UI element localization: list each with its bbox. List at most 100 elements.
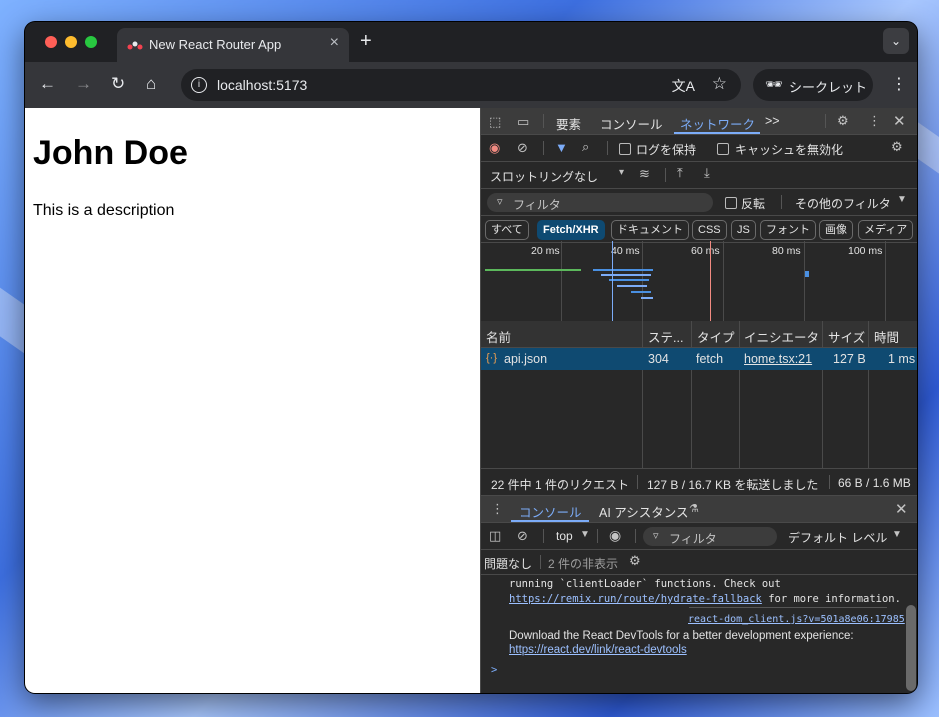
inspect-element-icon[interactable]: ⬚ [489,114,501,130]
close-drawer-icon[interactable]: ✕ [895,500,908,518]
tab-network[interactable]: ネットワーク [680,114,755,133]
chip-image[interactable]: 画像 [819,220,853,240]
column-status[interactable]: ステ... [648,327,683,346]
drawer-tab-console[interactable]: コンソール [519,502,582,521]
filter-icon: ▿ [497,196,503,208]
timeline-bar [601,274,651,276]
new-tab-button[interactable]: + [360,30,372,53]
summary-requests: 22 件中 1 件のリクエスト [491,478,630,492]
network-conditions-icon[interactable]: ≋ [639,166,650,182]
chip-js[interactable]: JS [731,220,756,240]
json-file-icon: {·} [486,352,498,364]
preserve-log-checkbox[interactable] [619,143,631,155]
more-tabs-icon[interactable]: >> [765,114,780,128]
url-text[interactable]: localhost:5173 [217,77,307,93]
network-overview-timeline[interactable]: 20 ms 40 ms 60 ms 80 ms 100 ms [481,241,917,322]
browser-toolbar: ← → ↻ ⌂ i localhost:5173 文A ☆ 🕶 シークレット ⋮ [25,62,917,108]
chip-fetch-xhr[interactable]: Fetch/XHR [537,220,605,240]
device-toolbar-icon[interactable]: ▭ [517,114,529,130]
site-info-icon[interactable]: i [191,77,207,93]
timeline-label: 80 ms [772,245,801,257]
log-level-dropdown-icon[interactable]: ▼ [892,529,902,540]
console-source-link[interactable]: react-dom_client.js?v=501a8e06:17985 [688,614,905,625]
minimize-window-button[interactable] [65,36,77,48]
tab-elements[interactable]: 要素 [556,114,581,133]
table-row[interactable]: {·} api.json 304 fetch home.tsx:21 127 B… [481,348,917,370]
console-filter-input[interactable]: ▿ フィルタ [643,527,777,546]
context-select[interactable]: top [556,529,573,543]
timeline-bar [593,269,653,271]
chip-css[interactable]: CSS [692,220,727,240]
home-icon[interactable]: ⌂ [146,74,156,94]
throttling-select[interactable]: スロットリングなし [490,168,598,185]
console-settings-icon[interactable]: ⚙ [629,553,641,569]
clear-console-icon[interactable]: ⊘ [517,528,528,544]
close-window-button[interactable] [45,36,57,48]
tab-close-icon[interactable]: × [330,34,339,52]
clear-icon[interactable]: ⊘ [517,140,528,156]
flask-icon: ⚗ [689,503,699,515]
settings-gear-icon[interactable]: ⚙ [837,113,849,129]
console-prompt-icon[interactable]: > [491,664,497,676]
column-initiator[interactable]: イニシエータ [744,327,819,346]
tab-console[interactable]: コンソール [600,114,663,133]
drawer-tabs: ⋮ コンソール AI アシスタンス ⚗ ✕ [481,496,917,523]
chip-all[interactable]: すべて [485,220,529,240]
more-filters-button[interactable]: その他のフィルタ [795,195,891,212]
reload-icon[interactable]: ↻ [111,74,125,94]
network-filter-input[interactable]: ▿ フィルタ [487,193,713,212]
live-expression-eye-icon[interactable]: ◉ [609,527,621,544]
console-scrollbar[interactable] [906,605,916,691]
console-message-tail: for more information. [761,593,901,605]
drawer-tab-ai-assistance[interactable]: AI アシスタンス [599,502,689,521]
import-har-icon[interactable]: ⤒ [677,165,683,181]
tab-strip: New React Router App × + ⌄ [25,22,917,62]
address-bar[interactable]: i localhost:5173 文A ☆ [181,69,741,101]
record-stop-icon[interactable]: ◉ [489,140,500,156]
context-dropdown-icon[interactable]: ▼ [580,529,590,540]
devtools-menu-icon[interactable]: ⋮ [868,113,881,129]
chip-document[interactable]: ドキュメント [611,220,689,240]
zoom-window-button[interactable] [85,36,97,48]
forward-arrow-icon[interactable]: → [75,74,92,94]
chip-font[interactable]: フォント [760,220,816,240]
hydrate-fallback-link[interactable]: https://remix.run/route/hydrate-fallback [509,593,762,605]
back-arrow-icon[interactable]: ← [39,74,56,94]
more-filters-dropdown-icon[interactable]: ▼ [897,194,907,205]
invert-checkbox[interactable] [725,197,737,209]
translate-icon[interactable]: 文A [672,76,695,96]
bookmark-star-icon[interactable]: ☆ [712,74,727,94]
browser-menu-icon[interactable]: ⋮ [891,74,907,94]
search-icon[interactable]: ⌕ [582,139,589,155]
timeline-bar [617,285,647,287]
drawer-menu-icon[interactable]: ⋮ [491,501,504,517]
filter-funnel-icon[interactable]: ▼ [555,140,568,155]
browser-tab[interactable]: New React Router App × [117,28,349,62]
disable-cache-checkbox[interactable] [717,143,729,155]
column-name[interactable]: 名前 [486,327,511,346]
timeline-label: 60 ms [691,245,720,257]
chip-media[interactable]: メディア [858,220,914,240]
column-size[interactable]: サイズ [828,327,865,346]
export-har-icon[interactable]: ⤓ [704,165,710,181]
request-initiator-link[interactable]: home.tsx:21 [744,352,812,366]
network-summary-bar: 22 件中 1 件のリクエスト 127 B / 16.7 KB を転送しました … [481,468,917,496]
timeline-label: 100 ms [848,245,883,257]
console-toolbar: ◫ ⊘ top ▼ ◉ ▿ フィルタ デフォルト レベル ▼ [481,523,917,550]
network-toolbar-2: スロットリングなし ▾ ≋ ⤒ ⤓ [481,162,917,189]
network-settings-icon[interactable]: ⚙ [891,139,903,155]
tab-search-button[interactable]: ⌄ [883,28,909,54]
throttling-dropdown-icon[interactable]: ▾ [619,167,624,178]
incognito-button[interactable]: 🕶 シークレット [753,69,873,101]
sidebar-toggle-icon[interactable]: ◫ [489,528,501,544]
react-devtools-link[interactable]: https://react.dev/link/react-devtools [509,644,687,656]
console-output[interactable]: running `clientLoader` functions. Check … [481,575,917,693]
request-name[interactable]: api.json [504,352,547,366]
column-time[interactable]: 時間 [874,327,899,346]
log-level-select[interactable]: デフォルト レベル [788,529,887,546]
column-type[interactable]: タイプ [697,327,735,346]
network-filter-row: ▿ フィルタ 反転 その他のフィルタ ▼ [481,189,917,216]
console-message-line: running `clientLoader` functions. Check … [509,578,781,590]
resource-type-filters: すべて Fetch/XHR ドキュメント CSS JS フォント 画像 メディア [481,216,917,243]
close-devtools-icon[interactable]: ✕ [893,112,906,130]
